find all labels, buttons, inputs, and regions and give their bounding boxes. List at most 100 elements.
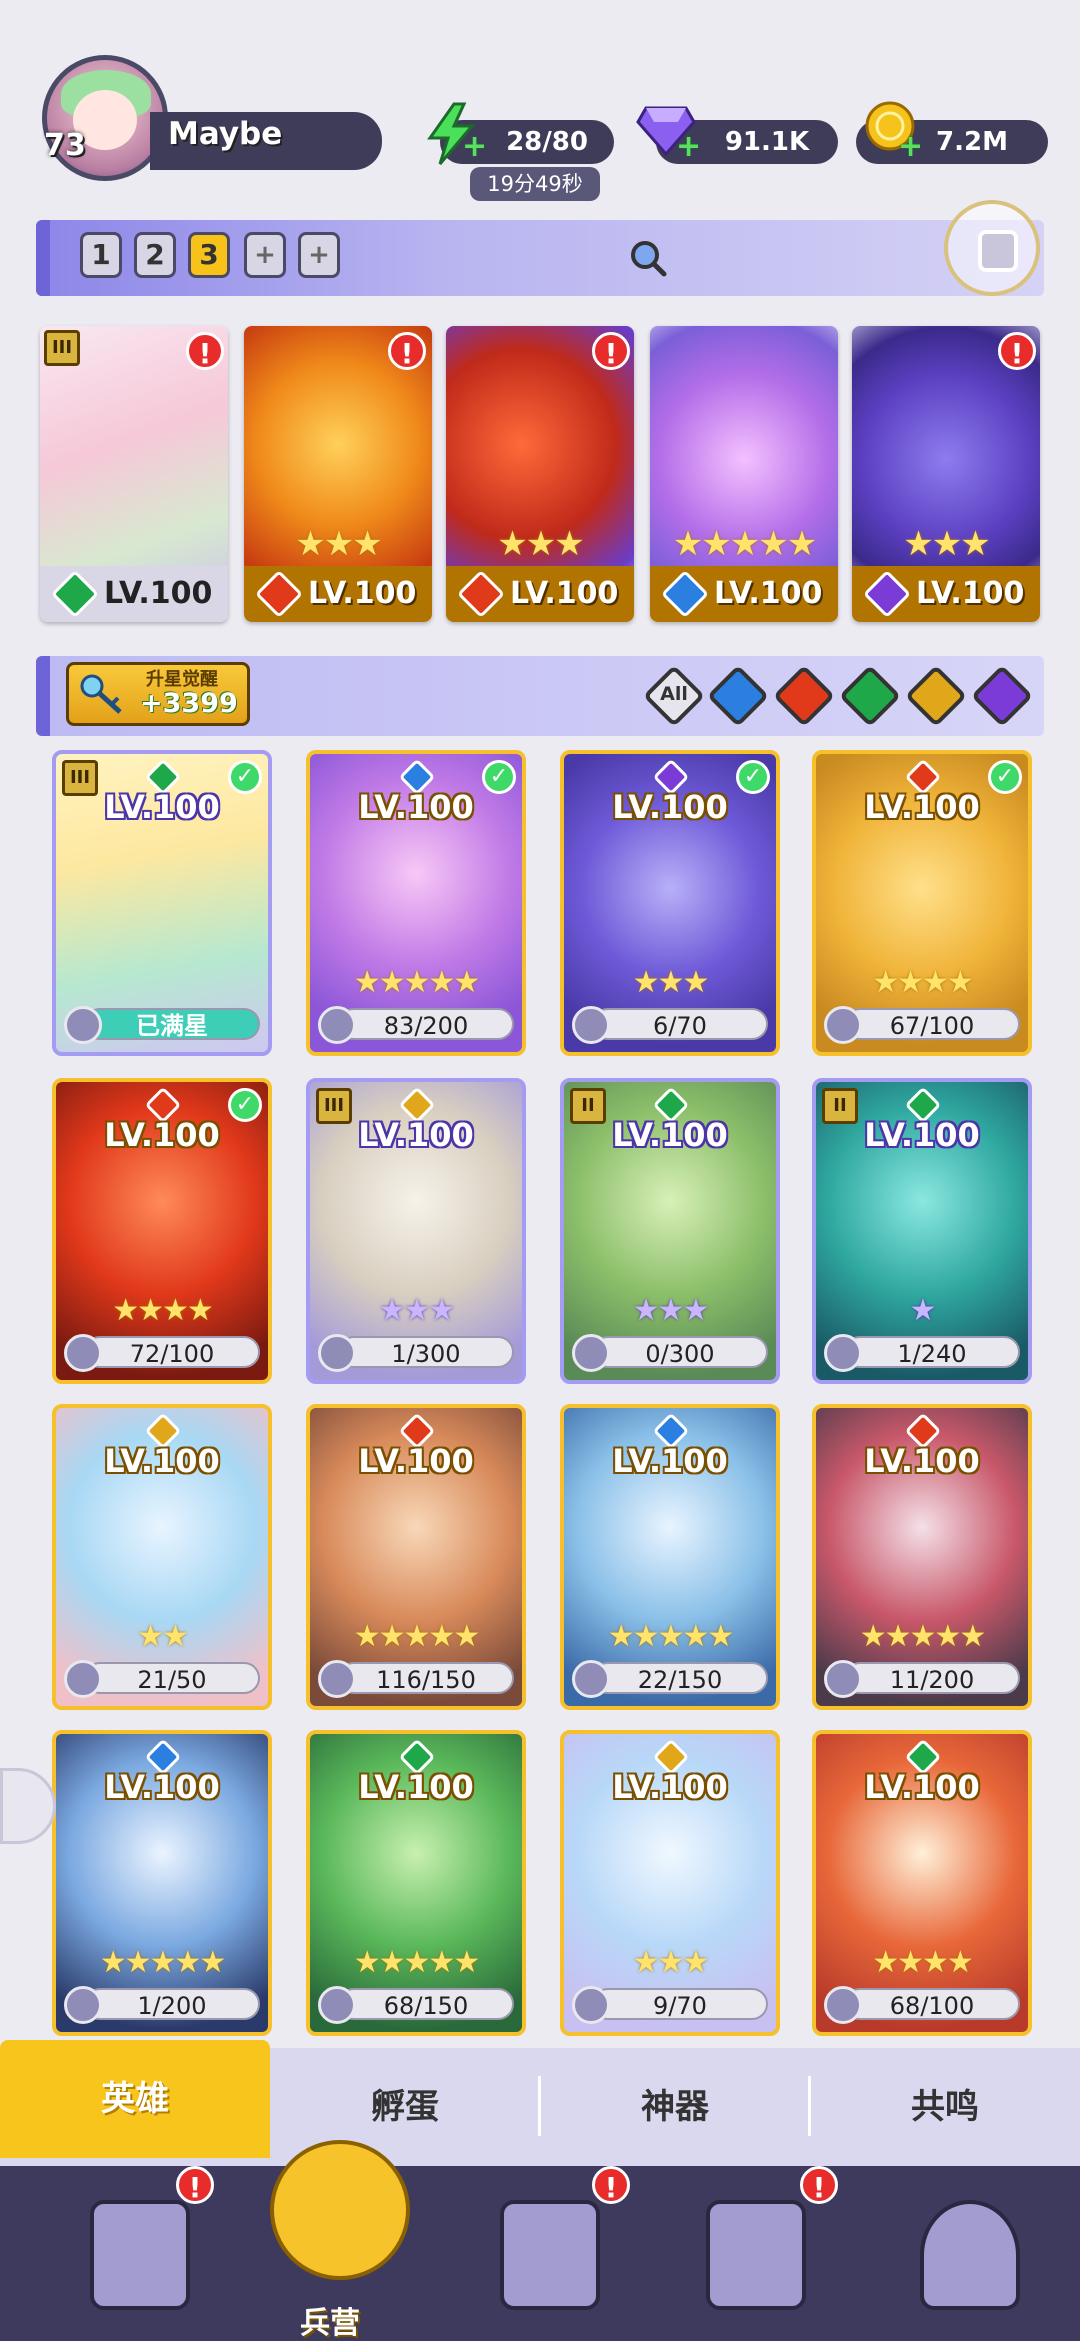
shard-progress: 72/100 — [84, 1336, 260, 1368]
shard-icon — [824, 1006, 862, 1044]
shard-icon — [64, 1006, 102, 1044]
hero-card[interactable]: LV.100 ★★★★★ 22/150 — [560, 1404, 780, 1710]
side-chat-avatar[interactable] — [0, 1768, 56, 1844]
hero-level: LV.100 — [104, 1442, 220, 1480]
alert-icon: ! — [592, 332, 630, 370]
shard-progress: 1/200 — [84, 1988, 260, 2020]
hero-card[interactable]: III LV.100 ★★★ 1/300 — [306, 1078, 526, 1384]
hero-card[interactable]: LV.100 ★★★★★ 1/200 — [52, 1730, 272, 2036]
hero-card[interactable]: LV.100 ★★★★★ 116/150 — [306, 1404, 526, 1710]
hero-level: LV.100 — [612, 1116, 728, 1154]
edit-icon — [978, 230, 1018, 272]
hero-card[interactable]: LV.100 ★★★★ 68/100 — [812, 1730, 1032, 2036]
hero-card[interactable]: II LV.100 ★★★ 0/300 — [560, 1078, 780, 1384]
search-icon[interactable] — [628, 238, 668, 278]
team-hero-card[interactable]: ★★★ ! LV.100 — [244, 326, 432, 622]
hero-stars: ★★★★★ — [353, 965, 480, 1000]
shard-icon — [318, 1334, 356, 1372]
hero-level: LV.100 — [612, 1768, 728, 1806]
team-tab-2[interactable]: 2 — [134, 232, 176, 278]
hero-stars: ★★★ — [632, 1293, 710, 1328]
tab-artifacts[interactable]: 神器 — [540, 2048, 810, 2166]
coin-plus-icon[interactable]: + — [898, 132, 924, 162]
alert-icon: ! — [186, 332, 224, 370]
team-hero-card[interactable]: ★★★ ! LV.100 — [446, 326, 634, 622]
book-icon — [500, 2200, 600, 2310]
team-tab-add-1[interactable]: + — [244, 232, 286, 278]
hero-card[interactable]: LV.100 ★★★★★ 68/150 — [306, 1730, 526, 2036]
nav-shrine-alert-icon: ! — [800, 2166, 838, 2204]
shard-icon — [318, 1660, 356, 1698]
hero-stars: ★★★★★ — [99, 1945, 226, 1980]
hero-stars: ★★★★★ — [859, 1619, 986, 1654]
hero-stars: ★★★★★ — [353, 1945, 480, 1980]
shard-progress: 68/150 — [338, 1988, 514, 2020]
nav-guild[interactable] — [870, 2170, 1050, 2340]
nav-book-alert-icon: ! — [592, 2166, 630, 2204]
team-hero-card[interactable]: III ! LV.100 — [40, 326, 228, 622]
hero-stars: ★★ — [137, 1619, 189, 1654]
tab-heroes[interactable]: 英雄 — [0, 2040, 270, 2158]
hero-card[interactable]: ✓ LV.100 ★★★ 6/70 — [560, 750, 780, 1056]
hero-card[interactable]: ✓ LV.100 ★★★★ 67/100 — [812, 750, 1032, 1056]
shard-progress: 11/200 — [844, 1662, 1020, 1694]
shard-icon — [64, 1334, 102, 1372]
hero-stars: ★★★★★ — [672, 524, 817, 564]
hero-level: LV.100 — [104, 1116, 220, 1154]
hero-card[interactable]: LV.100 ★★★ 9/70 — [560, 1730, 780, 2036]
hero-card[interactable]: ✓ LV.100 ★★★★ 72/100 — [52, 1078, 272, 1384]
hero-stars: ★★★★ — [112, 1293, 214, 1328]
tab-resonance[interactable]: 共鸣 — [810, 2048, 1080, 2166]
team-hero-card[interactable]: ★★★★★ LV.100 — [650, 326, 838, 622]
hero-card[interactable]: ✓ LV.100 ★★★★★ 83/200 — [306, 750, 526, 1056]
barracks-icon — [270, 2140, 410, 2280]
nav-cards-alert-icon: ! — [176, 2166, 214, 2204]
shard-icon — [824, 1986, 862, 2024]
hero-card[interactable]: III ✓ LV.100 已满星 — [52, 750, 272, 1056]
awaken-value: +3399 — [140, 688, 238, 719]
team-tab-add-2[interactable]: + — [298, 232, 340, 278]
shard-icon — [318, 1006, 356, 1044]
hero-stars: ★★★★ — [872, 965, 974, 1000]
team-tab-1[interactable]: 1 — [80, 232, 122, 278]
shrine-icon — [706, 2200, 806, 2310]
shard-icon — [572, 1986, 610, 2024]
key-icon — [80, 674, 122, 714]
hero-card[interactable]: LV.100 ★★★★★ 11/200 — [812, 1404, 1032, 1710]
hero-level: LV.100 — [864, 1442, 980, 1480]
team-tab-3[interactable]: 3 — [188, 232, 230, 278]
energy-timer: 19分49秒 — [470, 167, 600, 201]
player-level: 73 — [44, 128, 86, 163]
top-bar: 73 Maybe 28/80 + 19分49秒 91.1K + 7.2M + — [0, 0, 1080, 210]
cards-icon — [90, 2200, 190, 2310]
gem-plus-icon[interactable]: + — [676, 132, 702, 162]
hero-level: LV.100 — [358, 788, 474, 826]
hero-stars: ★★★ — [903, 524, 990, 564]
shard-progress: 21/50 — [84, 1662, 260, 1694]
hero-level: LV.100 — [358, 1442, 474, 1480]
shard-progress: 已满星 — [84, 1008, 260, 1040]
filter-bar-accent — [36, 656, 50, 736]
shard-icon — [572, 1334, 610, 1372]
shard-icon — [64, 1986, 102, 2024]
shard-progress: 0/300 — [592, 1336, 768, 1368]
edit-team-button[interactable] — [944, 200, 1040, 296]
hero-stars: ★★★ — [295, 524, 382, 564]
alert-icon: ! — [998, 332, 1036, 370]
hero-stars: ★★★ — [632, 965, 710, 1000]
shard-progress: 6/70 — [592, 1008, 768, 1040]
rank-badge: III — [44, 330, 80, 366]
shard-icon — [64, 1660, 102, 1698]
hero-level: LV.100 — [612, 788, 728, 826]
shard-icon — [824, 1660, 862, 1698]
shard-progress: 116/150 — [338, 1662, 514, 1694]
shard-icon — [824, 1334, 862, 1372]
gem-value: 91.1K — [724, 127, 810, 157]
team-hero-card[interactable]: ★★★ ! LV.100 — [852, 326, 1040, 622]
hero-card[interactable]: LV.100 ★★ 21/50 — [52, 1404, 272, 1710]
shard-icon — [318, 1986, 356, 2024]
hero-card[interactable]: II LV.100 ★ 1/240 — [812, 1078, 1032, 1384]
shard-progress: 68/100 — [844, 1988, 1020, 2020]
energy-plus-icon[interactable]: + — [462, 132, 488, 162]
shard-progress: 1/240 — [844, 1336, 1020, 1368]
